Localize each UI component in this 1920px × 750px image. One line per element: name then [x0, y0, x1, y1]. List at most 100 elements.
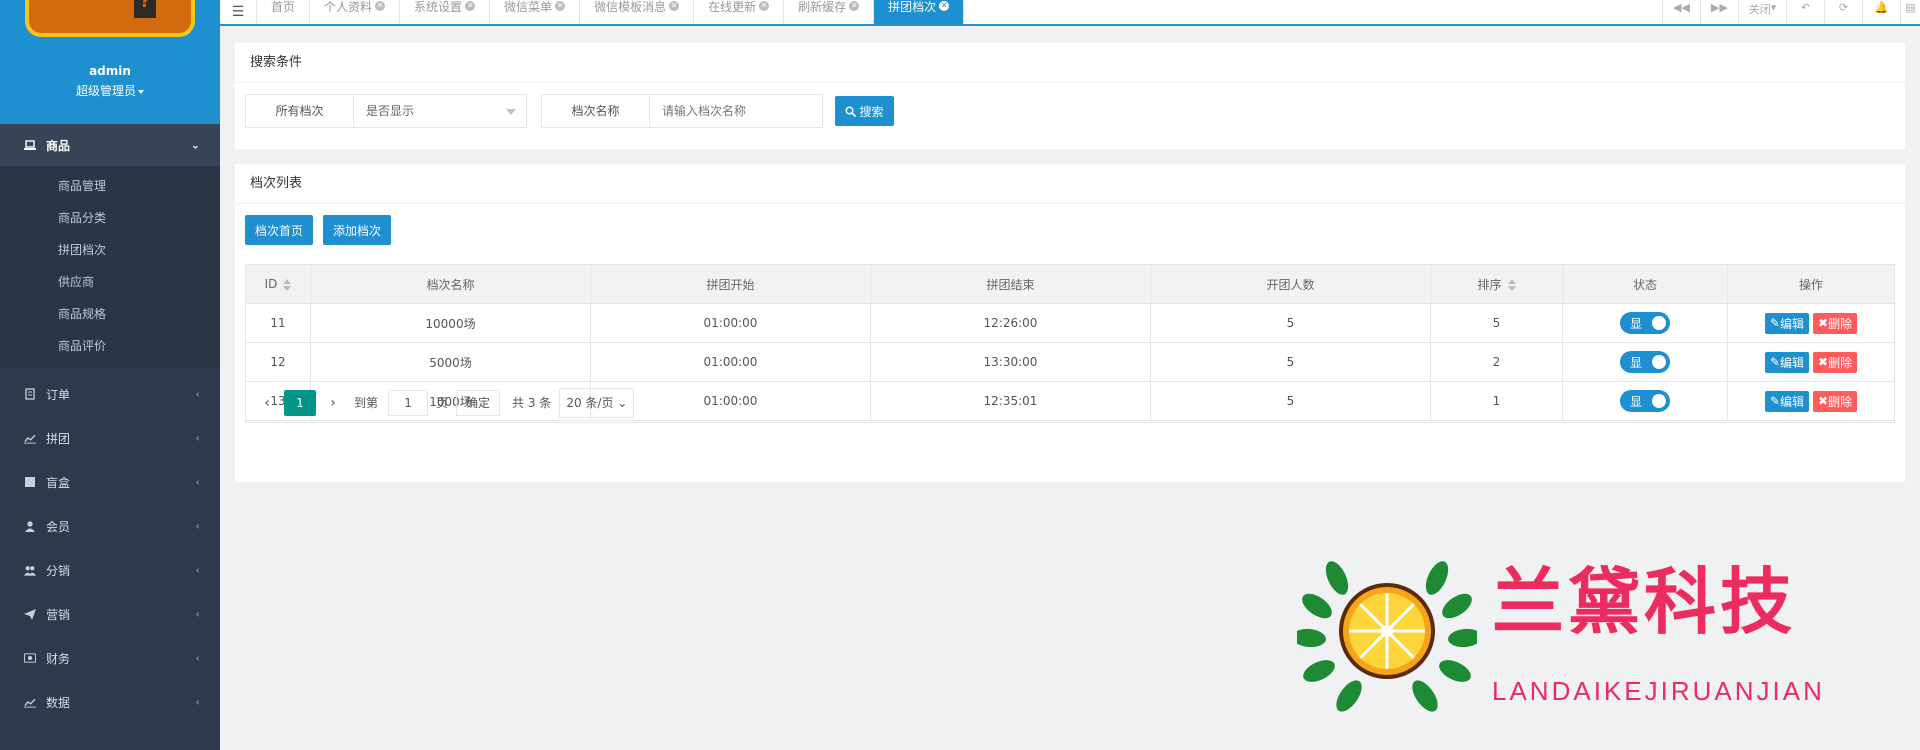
sort-icon[interactable] [283, 278, 292, 291]
menu-item-finance[interactable]: 财务 ‹ [0, 636, 220, 680]
close-icon[interactable]: ✕ [465, 1, 476, 11]
prev-page-icon[interactable]: ‹ [258, 395, 276, 411]
orange-wreath-logo [1297, 561, 1477, 712]
menu-item-goods[interactable]: 商品 ⌄ [0, 124, 220, 166]
message-icon[interactable]: ▤ [1900, 0, 1920, 24]
tab-label: 刷新缓存 [798, 0, 847, 14]
cell-people: 5 [1150, 303, 1431, 343]
menu-item-blind-box[interactable]: 盲盒 ‹ [0, 460, 220, 504]
menu-item-group-buy[interactable]: 拼团 ‹ [0, 416, 220, 460]
menu-item-distribution[interactable]: 分销 ‹ [0, 548, 220, 592]
close-icon[interactable]: ✕ [555, 1, 566, 11]
column-status: 状态 [1562, 264, 1728, 304]
menu-item-orders[interactable]: 订单 ‹ [0, 372, 220, 416]
level-home-button[interactable]: 档次首页 [245, 215, 313, 245]
delete-label: 删除 [1828, 355, 1853, 370]
menu-item-members[interactable]: 会员 ‹ [0, 504, 220, 548]
delete-button[interactable]: ✖ 删除 [1813, 312, 1858, 334]
close-tabs-dropdown[interactable]: 关闭 ▾ [1738, 0, 1786, 24]
goto-page-input[interactable]: 1 [388, 389, 429, 416]
menu-label: 分销 [46, 563, 71, 578]
menu-label: 商品 [46, 138, 71, 153]
status-toggle[interactable]: 显 [1620, 351, 1670, 373]
visibility-select[interactable]: 是否显示 [354, 95, 526, 127]
tab-wechat-template[interactable]: 微信模板消息 ✕ [580, 0, 695, 24]
profile-panel: ? admin 超级管理员 [0, 0, 220, 124]
edit-icon: ✎ [1769, 355, 1780, 369]
close-icon[interactable]: ✕ [759, 1, 770, 11]
forward-icon[interactable]: ▶▶ [1700, 0, 1738, 24]
menu-toggle-icon[interactable]: ☰ [220, 0, 257, 24]
status-toggle-label: 显 [1630, 316, 1643, 331]
tab-wechat-menu[interactable]: 微信菜单 ✕ [490, 0, 581, 24]
tab-system-settings[interactable]: 系统设置 ✕ [400, 0, 491, 24]
menu-item-marketing[interactable]: 营销 ‹ [0, 592, 220, 636]
tab-label: 微信模板消息 [594, 0, 667, 14]
username: admin [89, 64, 131, 78]
status-toggle[interactable]: 显 [1620, 312, 1670, 334]
close-tabs-label: 关闭 [1748, 3, 1771, 16]
menu-item-data[interactable]: 数据 ‹ [0, 680, 220, 724]
goto-confirm-button[interactable]: 确定 [456, 389, 501, 416]
delete-icon: ✖ [1818, 355, 1829, 369]
chevron-left-icon: ‹ [195, 563, 200, 577]
avatar[interactable]: ? [25, 0, 195, 37]
tab-group-level[interactable]: 拼团档次 ✕ [874, 0, 965, 24]
bell-icon[interactable]: 🔔 [1862, 0, 1900, 24]
cell-id: 12 [245, 342, 311, 382]
page-unit: 页 [436, 396, 449, 410]
column-id[interactable]: ID [245, 264, 311, 304]
name-search-input[interactable] [650, 95, 822, 127]
search-icon [845, 105, 857, 117]
search-panel-title: 搜索条件 [235, 43, 1905, 83]
users-icon [24, 564, 36, 576]
submenu-item-goods-category[interactable]: 商品分类 [0, 202, 220, 234]
close-icon[interactable]: ✕ [669, 1, 680, 11]
tab-profile[interactable]: 个人资料 ✕ [310, 0, 401, 24]
backward-icon[interactable]: ◀◀ [1662, 0, 1700, 24]
page-current[interactable]: 1 [284, 389, 316, 416]
menu-label: 拼团 [46, 431, 71, 446]
edit-label: 编辑 [1779, 355, 1804, 370]
tab-home[interactable]: 首页 [257, 0, 311, 24]
laptop-icon [24, 139, 36, 151]
menu-label: 营销 [46, 607, 71, 622]
cell-id: 11 [245, 303, 311, 343]
submenu-item-goods-manage[interactable]: 商品管理 [0, 170, 220, 202]
close-icon[interactable]: ✕ [375, 1, 386, 11]
goto-label: 到第 [354, 396, 379, 410]
brand-title: 兰黛科技 [1492, 560, 1797, 644]
sort-icon[interactable] [1507, 279, 1516, 291]
submenu-item-goods-spec[interactable]: 商品规格 [0, 298, 220, 330]
edit-button[interactable]: ✎ 编辑 [1764, 312, 1809, 334]
toggle-knob [1652, 355, 1666, 369]
cell-start: 01:00:00 [590, 342, 871, 382]
add-level-button[interactable]: 添加档次 [323, 215, 391, 245]
page-size-select[interactable]: 20 条/页 ⌄ [559, 387, 635, 418]
tab-online-update[interactable]: 在线更新 ✕ [694, 0, 785, 24]
role-dropdown[interactable]: 超级管理员 [0, 82, 220, 99]
undo-icon[interactable]: ↶ [1786, 0, 1824, 24]
table-row: 12 5000场 01:00:00 13:30:00 5 2 显 ✎ 编辑 ✖ 删除 [245, 342, 1895, 382]
submenu-item-supplier[interactable]: 供应商 [0, 266, 220, 298]
chevron-left-icon: ‹ [195, 387, 200, 401]
menu-label: 订单 [46, 387, 71, 402]
column-sort[interactable]: 排序 [1430, 264, 1563, 304]
close-icon[interactable]: ✕ [849, 1, 860, 11]
cell-start: 01:00:00 [590, 303, 871, 343]
tab-refresh-cache[interactable]: 刷新缓存 ✕ [784, 0, 875, 24]
search-button[interactable]: 搜索 [835, 96, 894, 126]
refresh-icon[interactable]: ⟳ [1824, 0, 1862, 24]
pagination: ‹ 1 › 到第 1 页 确定 共 3 条 20 条/页 ⌄ [245, 383, 1895, 423]
column-end: 拼团结束 [870, 264, 1151, 304]
toolbar-right: ◀◀ ▶▶ 关闭 ▾ ↶ ⟳ 🔔 ▤ [1662, 0, 1920, 24]
menu-label: 数据 [46, 695, 71, 710]
close-icon[interactable]: ✕ [939, 1, 950, 11]
next-page-icon[interactable]: › [324, 395, 342, 411]
table-row: 11 10000场 01:00:00 12:26:00 5 5 显 ✎ 编辑 ✖ 删除 [245, 303, 1895, 343]
edit-button[interactable]: ✎ 编辑 [1764, 351, 1809, 373]
submenu-item-group-level[interactable]: 拼团档次 [0, 234, 220, 266]
role-label: 超级管理员 [75, 84, 136, 98]
submenu-item-goods-review[interactable]: 商品评价 [0, 330, 220, 362]
delete-button[interactable]: ✖ 删除 [1813, 351, 1858, 373]
